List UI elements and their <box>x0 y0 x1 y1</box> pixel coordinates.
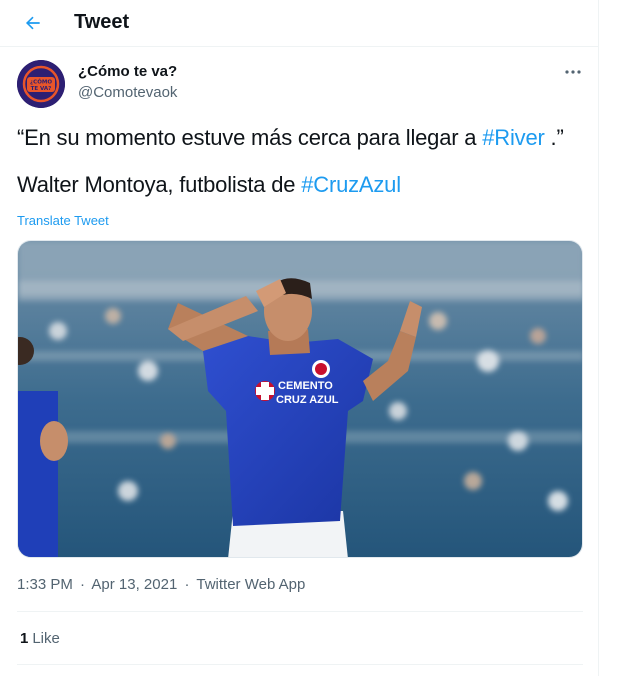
meta-separator-2: · <box>184 576 190 593</box>
tweet-text: “En su momento estuve más cerca para lle… <box>17 123 587 199</box>
hashtag-cruzazul-link[interactable]: #CruzAzul <box>301 172 401 197</box>
tweet-line-1-text: “En su momento estuve más cerca para lle… <box>17 125 483 150</box>
tweet-date[interactable]: Apr 13, 2021 <box>91 576 177 593</box>
likes-count-link[interactable]: 1 Like <box>20 630 60 647</box>
back-button[interactable] <box>16 6 50 40</box>
jersey-sponsor-line2: CRUZ AZUL <box>276 394 339 406</box>
tweet-line-2-text: Walter Montoya, futbolista de <box>17 172 302 197</box>
tweet-column: Tweet ¿CÓMO TE VA? ¿Cómo te va? @Comotev… <box>0 0 599 676</box>
divider <box>17 664 583 665</box>
meta-separator: · <box>80 576 86 593</box>
author-handle[interactable]: @Comotevaok <box>78 84 177 101</box>
divider <box>17 611 583 612</box>
avatar[interactable]: ¿CÓMO TE VA? <box>17 60 65 108</box>
tweet-time[interactable]: 1:33 PM <box>17 576 73 593</box>
jersey-sponsor-line1: CEMENTO <box>278 380 333 392</box>
tweet-photo[interactable]: CEMENTO CRUZ AZUL <box>17 240 583 558</box>
tweet-line-1-suffix: .” <box>544 125 564 150</box>
page-title: Tweet <box>74 11 130 33</box>
author-display-name[interactable]: ¿Cómo te va? <box>78 63 177 80</box>
avatar-text-line1: ¿CÓMO <box>30 79 52 86</box>
tweet-meta: 1:33 PM · Apr 13, 2021 · Twitter Web App <box>17 576 305 593</box>
translate-tweet-link[interactable]: Translate Tweet <box>17 213 109 228</box>
page-header: Tweet <box>0 0 599 47</box>
likes-count: 1 <box>20 630 29 647</box>
hashtag-river-link[interactable]: #River <box>482 125 545 150</box>
tweet-line-2: Walter Montoya, futbolista de #CruzAzul <box>17 170 587 199</box>
avatar-text-line2: TE VA? <box>31 86 52 92</box>
more-dots-icon <box>565 70 581 74</box>
avatar-logo: ¿CÓMO TE VA? <box>17 60 65 108</box>
tweet-line-1: “En su momento estuve más cerca para lle… <box>17 123 587 152</box>
back-arrow-icon <box>25 16 40 30</box>
photo-soccer-player: CEMENTO CRUZ AZUL <box>18 241 582 557</box>
more-options-button[interactable] <box>560 62 586 82</box>
tweet-source-app[interactable]: Twitter Web App <box>196 576 305 593</box>
right-gutter <box>600 0 622 676</box>
likes-label: Like <box>32 630 60 647</box>
